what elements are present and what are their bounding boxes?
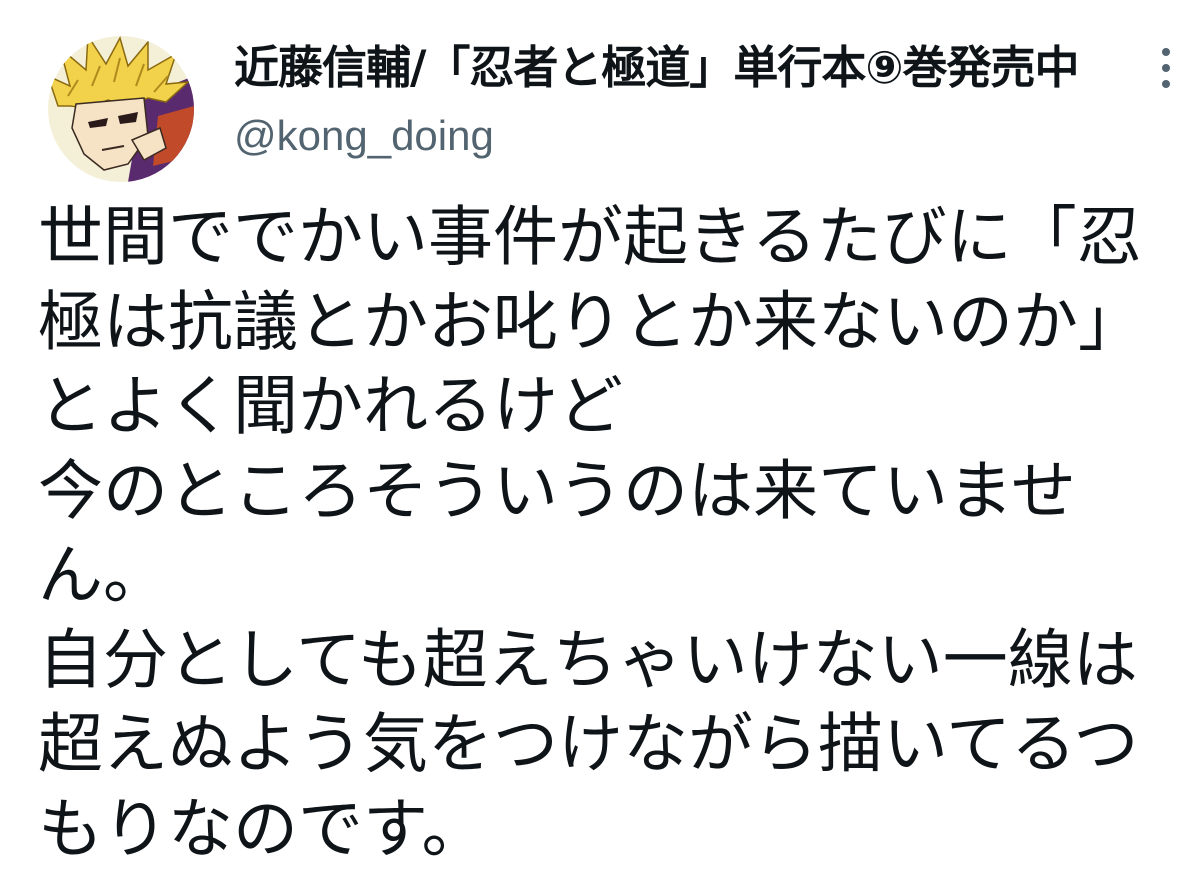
more-vertical-icon [1162,48,1170,88]
tweet-text-line: もりなのです。 [38,791,487,867]
tweet-text-line: 極は抗議とかお叱りとか来ないのか」 [38,284,1144,360]
tweet-text-line: とよく聞かれるけど [38,369,624,444]
tweet-text-line: 超えぬよう気をつけながら描いてるつ [38,707,1139,782]
manga-character-avatar-icon [48,36,194,182]
tweet-text: 世間ででかい事件が起きるたびに「忍 極は抗議とかお叱りとか来ないのか」 とよく聞… [38,196,1158,872]
tweet-text-line: 自分としても超えちゃいけない一線は [38,622,1138,698]
author-avatar[interactable] [48,36,194,182]
author-handle[interactable]: @kong_doing [234,108,494,164]
tweet: 近藤信輔/「忍者と極道」単行本⑨巻発売中 @kong_doing 世間ででかい事… [0,0,1200,895]
more-options-button[interactable] [1146,40,1186,96]
tweet-text-line: ん。 [38,538,169,613]
author-display-name[interactable]: 近藤信輔/「忍者と極道」単行本⑨巻発売中 [234,40,1080,96]
tweet-text-line: 世間ででかい事件が起きるたびに「忍 [38,200,1142,275]
tweet-text-line: 今のところそういうのは来ていませ [38,453,1077,529]
